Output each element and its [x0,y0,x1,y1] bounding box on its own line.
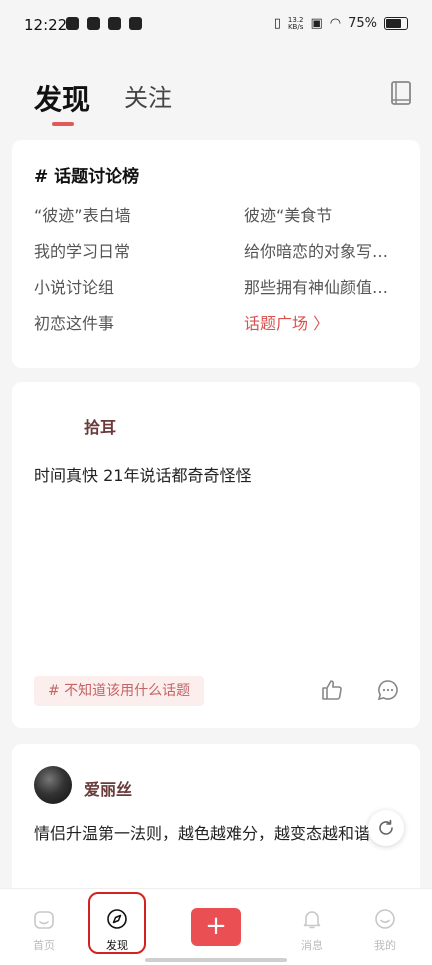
refresh-icon [379,819,393,835]
topic-item[interactable]: “彼迹”表白墙 [34,202,131,226]
topic-item[interactable]: 初恋这件事 [34,310,114,334]
bell-icon [303,911,321,929]
sim-icon: ▣ [310,16,323,31]
refresh-button[interactable] [368,810,404,846]
topic-square-link[interactable]: 话题广场 〉 [244,310,329,334]
battery-percent: 75% [348,16,377,31]
active-tab-indicator [52,122,74,126]
book-icon[interactable] [390,80,412,106]
topic-item[interactable]: 小说讨论组 [34,274,114,298]
app-notify-icon [87,17,100,30]
app-notify-icon-2 [108,17,121,30]
post-author[interactable]: 拾耳 [84,414,116,438]
status-time: 12:22 [24,16,68,34]
tab-messages[interactable]: 消息 [287,907,337,953]
app-notify-icon-3 [129,17,142,30]
avatar[interactable] [34,766,72,804]
topic-board-card: # 话题讨论榜 “彼迹”表白墙 我的学习日常 小说讨论组 初恋这件事 彼迹“美食… [12,140,420,368]
profile-icon [375,909,395,929]
tiktok-icon [66,17,79,30]
like-icon[interactable] [320,678,344,702]
tab-profile[interactable]: 我的 [360,907,410,953]
post-card[interactable]: 爱丽丝 情侣升温第一法则，越色越难分，越变态越和谐! [12,744,420,904]
notification-icons [66,17,142,30]
topic-item[interactable]: 彼迹“美食节 [244,202,332,226]
tab-discover[interactable]: 发现 [34,78,90,118]
topic-board-title: # 话题讨论榜 [34,167,140,187]
status-right: ▯ 13.2 KB/s ▣ ◠ 75% [274,16,408,31]
post-topic-tag[interactable]: # 不知道该用什么话题 [34,676,205,706]
create-post-button[interactable]: + [191,908,241,946]
tab-follow[interactable]: 关注 [124,78,172,113]
post-author[interactable]: 爱丽丝 [84,776,132,800]
status-bar: 12:22 ▯ 13.2 KB/s ▣ ◠ 75% [0,0,432,52]
topic-item[interactable]: 那些拥有神仙颜值… [244,274,388,298]
home-icon [34,911,54,929]
topic-item[interactable]: 给你暗恋的对象写… [244,238,388,262]
highlight-box [88,892,146,954]
wifi-icon: ◠ [329,16,342,31]
post-card[interactable]: 拾耳 时间真快 21年说话都奇奇怪怪 # 不知道该用什么话题 [12,382,420,728]
comment-icon[interactable] [376,678,400,702]
post-text: 时间真快 21年说话都奇奇怪怪 [34,466,252,485]
net-speed: 13.2 KB/s [287,15,304,31]
vibrate-icon: ▯ [273,16,281,31]
post-text: 情侣升温第一法则，越色越难分，越变态越和谐! [34,824,377,843]
home-indicator [145,958,287,962]
tab-home[interactable]: 首页 [19,907,69,953]
battery-icon [384,17,408,30]
topic-item[interactable]: 我的学习日常 [34,238,130,262]
